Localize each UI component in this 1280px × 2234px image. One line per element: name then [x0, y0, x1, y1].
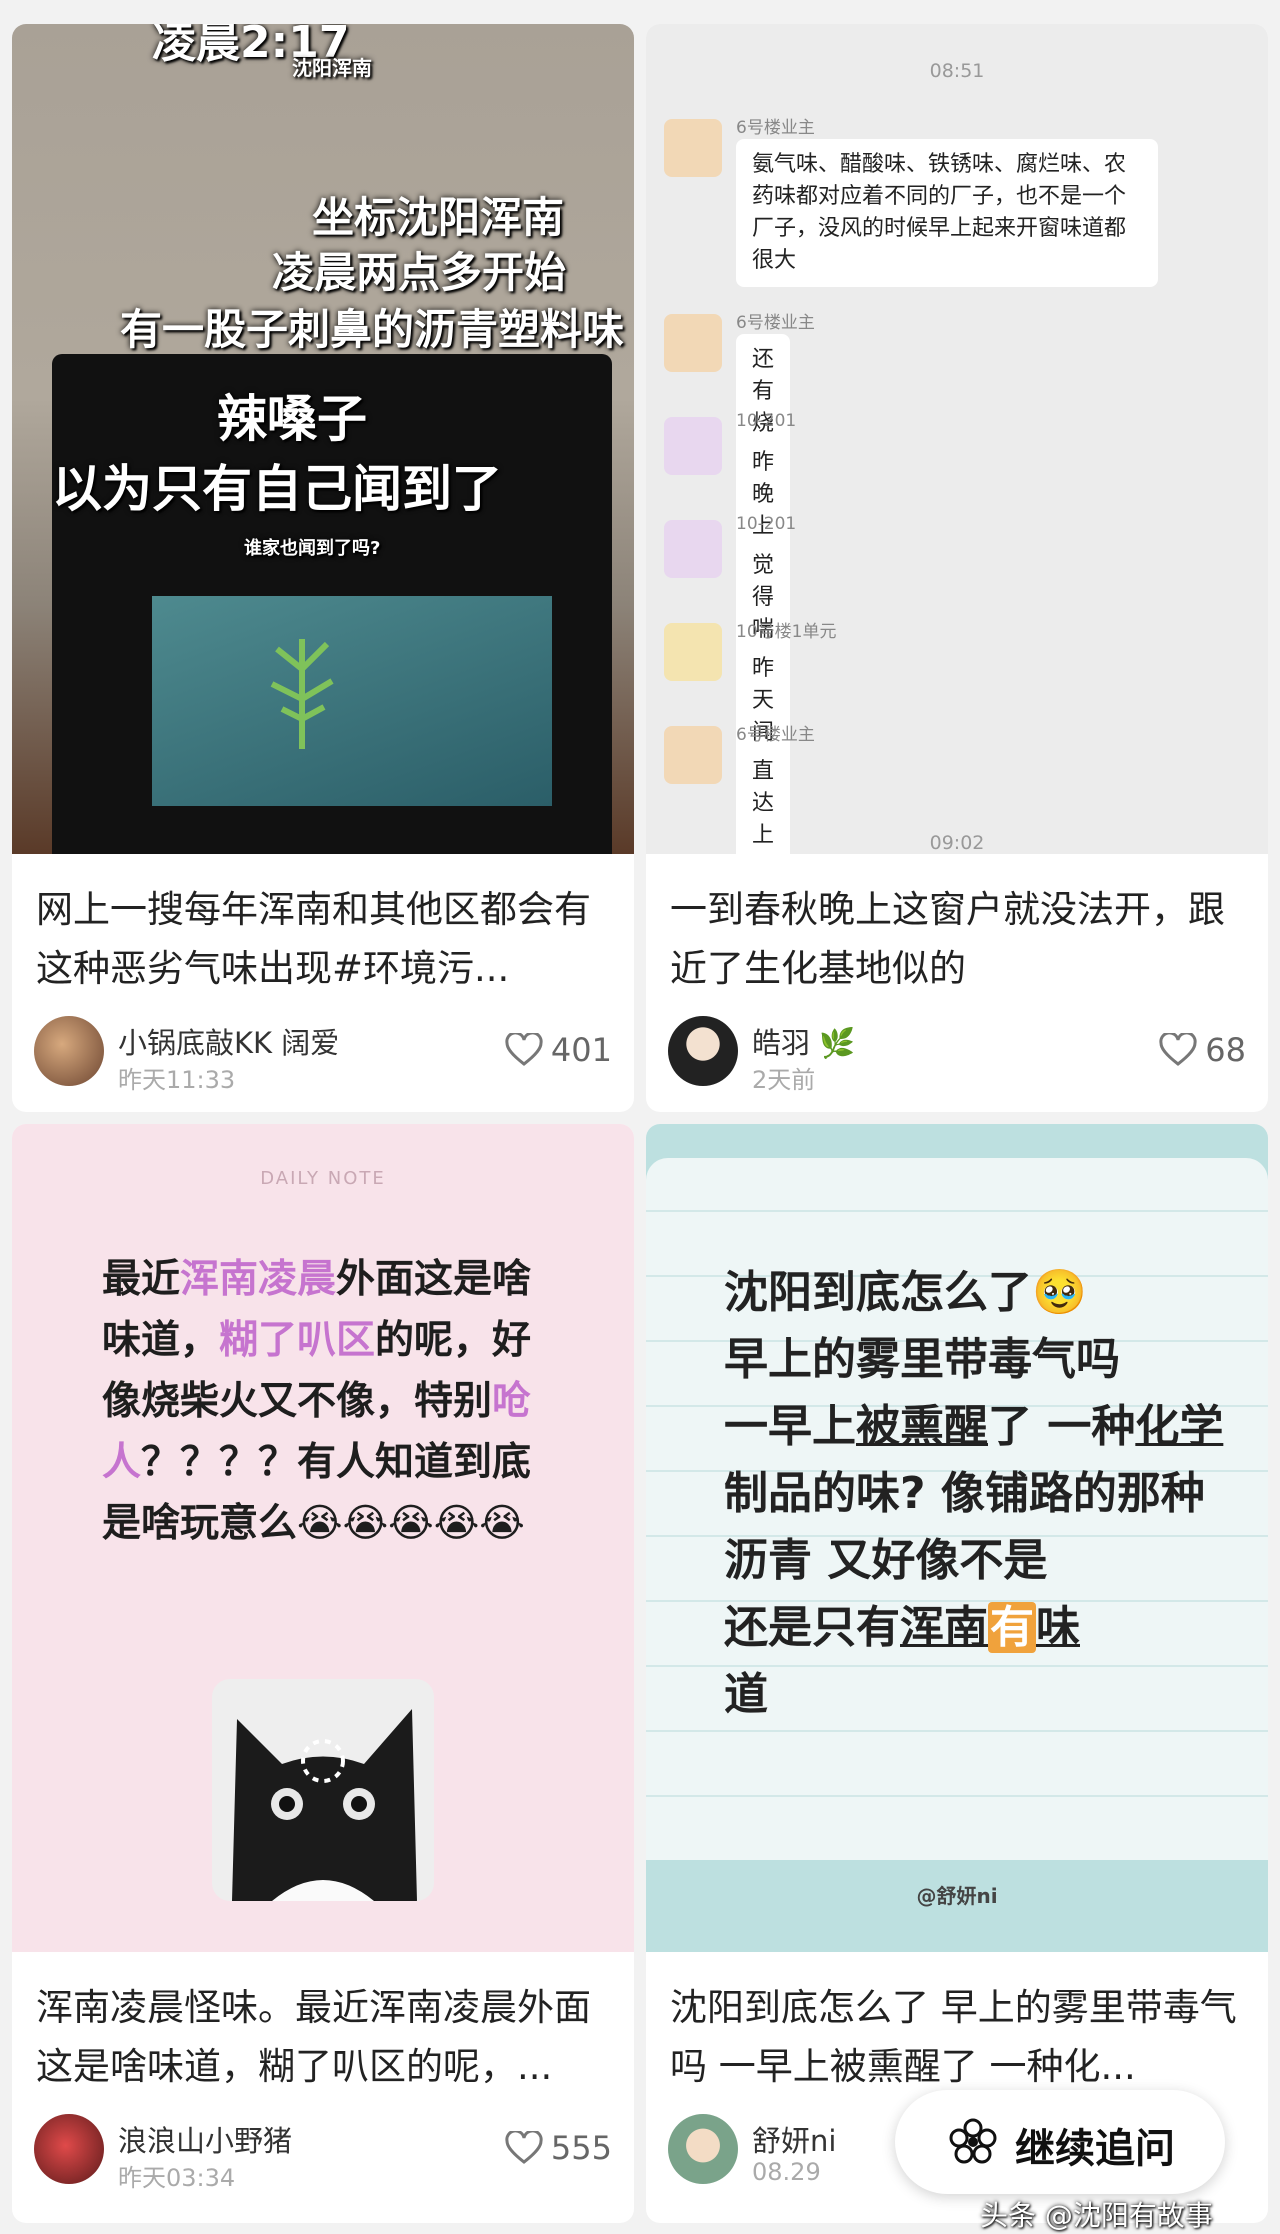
sender-name: 6号楼业主 [736, 313, 815, 333]
avatar[interactable] [668, 2114, 738, 2184]
post-time: 昨天03:34 [118, 2164, 236, 2192]
cat-image [212, 1679, 434, 1901]
watermark: 头条 @沈阳有故事 [980, 2199, 1213, 2232]
avatar[interactable] [34, 2114, 104, 2184]
avatar [664, 119, 722, 177]
note-highlight: 有 [988, 1602, 1036, 1653]
sender-name: 10-201 [736, 514, 797, 534]
note-part: 还是只有 [724, 1602, 900, 1653]
post-card-3[interactable]: DAILY NOTE 最近浑南凌晨外面这是啥味道，糊了叭区的呢，好像烧柴火又不像… [12, 1124, 634, 2223]
daily-note-header: DAILY NOTE [260, 1168, 386, 1189]
avatar [664, 314, 722, 372]
post-time: 昨天11:33 [118, 1066, 236, 1094]
author-name[interactable]: 浪浪山小野猪 [118, 2118, 292, 2160]
flower-icon [949, 2118, 997, 2164]
like-count: 68 [1205, 1031, 1246, 1069]
post-card-2[interactable]: 08:51 6号楼业主 氨气味、醋酸味、铁锈味、腐烂味、农药味都对应着不同的厂子… [646, 24, 1268, 1112]
avatar [664, 520, 722, 578]
note-part: 沈阳到底怎么了 [724, 1267, 1032, 1318]
post-title[interactable]: 网上一搜每年浑南和其他区都会有这种恶劣气味出现#环境污... [36, 880, 612, 998]
heart-icon [505, 1033, 543, 1066]
avatar [664, 726, 722, 784]
author-name[interactable]: 舒妍ni [752, 2118, 836, 2160]
note-text: 沈阳到底怎么了🥹 早上的雾里带毒气吗 一早上被熏醒了 一种化学制品的味? 像铺路的那… [724, 1259, 1224, 1728]
post-author-row: 皓羽 🌿 2天前 68 [668, 1016, 1246, 1094]
note-part: 早上的雾里带毒气吗 [724, 1334, 1120, 1385]
emoji: 🥹 [1032, 1267, 1087, 1318]
note-text: 最近浑南凌晨外面这是啥味道，糊了叭区的呢，好像烧柴火又不像，特别呛人？？？？有人… [102, 1249, 562, 1554]
like-button[interactable]: 401 [505, 1030, 612, 1070]
image-big-line-1: 辣嗓子 [217, 390, 367, 448]
image-line-1: 坐标沈阳浑南 [312, 193, 565, 242]
crying-emoji: 😭😭😭😭😭 [297, 1501, 525, 1546]
note-part: 了 一种 [988, 1401, 1136, 1452]
avatar [664, 417, 722, 475]
post-title[interactable]: 浑南凌晨怪味。最近浑南凌晨外面这是啥味道，糊了叭区的呢，... [36, 1978, 612, 2096]
post-title[interactable]: 沈阳到底怎么了 早上的雾里带毒气吗 一早上被熏醒了 一种化... [670, 1978, 1246, 2096]
post-author-row: 小锅底敲KK 阔爱 昨天11:33 401 [34, 1016, 612, 1094]
image-line-2: 凌晨两点多开始 [272, 248, 567, 297]
sender-name: 6号楼业主 [736, 725, 815, 745]
post-image-4[interactable]: 沈阳到底怎么了🥹 早上的雾里带毒气吗 一早上被熏醒了 一种化学制品的味? 像铺路的那… [646, 1124, 1268, 1952]
author-name[interactable]: 小锅底敲KK 阔爱 [118, 1020, 339, 1062]
note-underline: 化学 [1135, 1401, 1224, 1452]
note-part: 最近 [102, 1257, 181, 1302]
post-time: 08.29 [752, 2158, 821, 2186]
post-image-2[interactable]: 08:51 6号楼业主 氨气味、醋酸味、铁锈味、腐烂味、农药味都对应着不同的厂子… [646, 24, 1268, 854]
post-time: 2天前 [752, 1066, 816, 1094]
like-count: 401 [550, 1031, 612, 1069]
author-name[interactable]: 皓羽 🌿 [752, 1020, 855, 1062]
image-location: 沈阳浑南 [292, 56, 372, 80]
like-count: 555 [550, 2129, 612, 2167]
cat-illustration [232, 1709, 417, 1901]
sender-name: 10号楼1单元 [736, 622, 837, 642]
author-name-text: 皓羽 [752, 1026, 811, 1060]
image-question: 谁家也闻到了吗? [244, 538, 381, 559]
note-underline: 浑南 [900, 1602, 988, 1653]
chat-time-bottom: 09:02 [929, 832, 985, 854]
tv-screen [152, 596, 552, 806]
heart-icon [1159, 1033, 1197, 1066]
avatar[interactable] [668, 1016, 738, 1086]
post-image-3[interactable]: DAILY NOTE 最近浑南凌晨外面这是啥味道，糊了叭区的呢，好像烧柴火又不像… [12, 1124, 634, 1952]
chat-time-top: 08:51 [929, 60, 985, 82]
note-highlight: 糊了叭区 [219, 1318, 376, 1363]
follow-up-button[interactable]: 继续追问 [895, 2090, 1225, 2194]
image-line-3: 有一股子刺鼻的沥青塑料味 [120, 305, 625, 354]
note-underline: 被熏醒 [856, 1401, 988, 1452]
post-author-row: 浪浪山小野猪 昨天03:34 555 [34, 2114, 612, 2192]
leaf-icon: 🌿 [819, 1026, 856, 1060]
avatar[interactable] [34, 1016, 104, 1086]
avatar [664, 623, 722, 681]
like-button[interactable]: 68 [1159, 1030, 1246, 1070]
post-title[interactable]: 一到春秋晚上这窗户就没法开，跟近了生化基地似的 [670, 880, 1246, 998]
post-card-4[interactable]: 沈阳到底怎么了🥹 早上的雾里带毒气吗 一早上被熏醒了 一种化学制品的味? 像铺路的那… [646, 1124, 1268, 2223]
note-highlight: 浑南凌晨 [180, 1257, 337, 1302]
image-big-line-2: 以为只有自己闻到了 [52, 460, 502, 518]
note-signature: @舒妍ni [916, 1884, 998, 1908]
note-underline: 味 [1036, 1602, 1080, 1653]
sender-name: 10-201 [736, 411, 797, 431]
note-part: 一早上 [724, 1401, 856, 1452]
note-part: 制品的味? 像铺路的那种沥青 又好像不是 [724, 1468, 1205, 1586]
plant-illustration [270, 639, 334, 749]
sender-name: 6号楼业主 [736, 118, 815, 138]
heart-icon [505, 2131, 543, 2164]
post-image-1[interactable]: 凌晨2:17 沈阳浑南 坐标沈阳浑南 凌晨两点多开始 有一股子刺鼻的沥青塑料味 … [12, 24, 634, 854]
post-card-1[interactable]: 凌晨2:17 沈阳浑南 坐标沈阳浑南 凌晨两点多开始 有一股子刺鼻的沥青塑料味 … [12, 24, 634, 1112]
note-part: 道 [724, 1669, 768, 1720]
like-button[interactable]: 555 [505, 2128, 612, 2168]
follow-up-label: 继续追问 [1015, 2126, 1175, 2172]
message-bubble: 氨气味、醋酸味、铁锈味、腐烂味、农药味都对应着不同的厂子，也不是一个厂子，没风的… [736, 139, 1158, 287]
